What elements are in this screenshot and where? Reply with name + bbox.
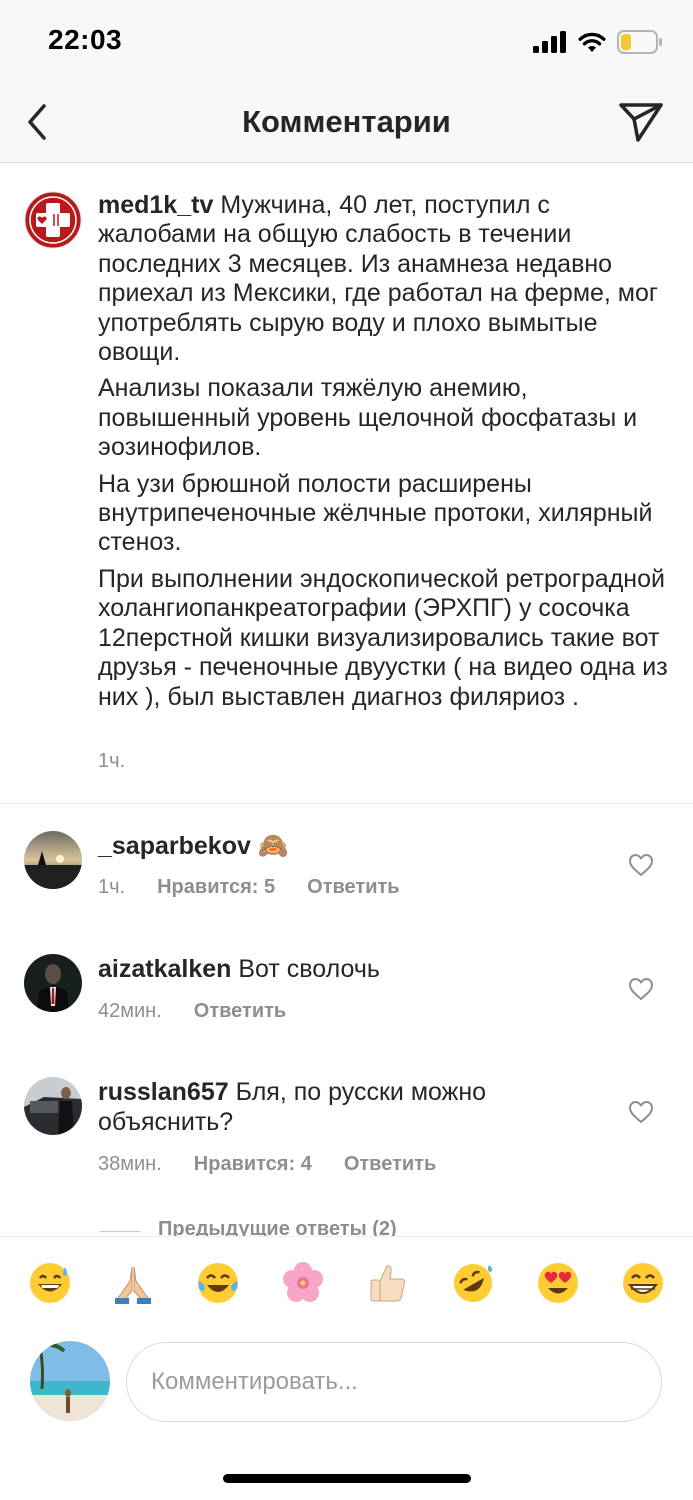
comment-item: _saparbekov 🙈 1ч. Нравится: 5 Ответить bbox=[0, 815, 693, 915]
comment-input[interactable] bbox=[126, 1342, 662, 1422]
thumbs-up-emoji-icon[interactable] bbox=[366, 1261, 410, 1305]
comment-composer bbox=[0, 1334, 693, 1500]
comment-meta: 38мин. Нравится: 4 Ответить bbox=[98, 1153, 436, 1176]
avatar-russlan657[interactable] bbox=[24, 1077, 82, 1135]
caption-paragraph: На узи брюшной полости расширены внутрип… bbox=[98, 469, 653, 557]
avatar-aizatkalken[interactable] bbox=[24, 954, 82, 1012]
reply-button[interactable]: Ответить bbox=[344, 1153, 436, 1176]
page-title: Комментарии bbox=[242, 104, 451, 139]
status-icons bbox=[533, 30, 663, 54]
caption-paragraph: При выполнении эндоскопической ретроград… bbox=[98, 564, 668, 711]
comment-username[interactable]: _saparbekov bbox=[98, 832, 251, 860]
rolling-on-floor-laughing-emoji-icon[interactable] bbox=[451, 1261, 495, 1305]
comment-meta: 1ч. Нравится: 5 Ответить bbox=[98, 876, 400, 899]
divider bbox=[100, 1231, 140, 1232]
folded-hands-emoji-icon[interactable] bbox=[111, 1261, 155, 1305]
wifi-icon bbox=[578, 32, 606, 52]
battery-icon bbox=[617, 30, 662, 54]
comment-username[interactable]: russlan657 bbox=[98, 1078, 229, 1106]
view-previous-replies[interactable]: Предыдущие ответы (2) bbox=[100, 1218, 500, 1238]
cellular-signal-icon bbox=[533, 31, 566, 53]
post-caption: med1k_tv Мужчина, 40 лет, поступил с жал… bbox=[0, 163, 693, 804]
comment-likes-count[interactable]: Нравится: 5 bbox=[157, 876, 275, 899]
comment-meta: 42мин. Ответить bbox=[98, 1000, 286, 1023]
comment-item: russlan657 Бля, по русски можно объяснит… bbox=[0, 1063, 693, 1183]
tears-of-joy-emoji-icon[interactable] bbox=[196, 1261, 240, 1305]
comment-text: _saparbekov 🙈 bbox=[98, 831, 578, 861]
current-user-avatar[interactable] bbox=[30, 1341, 110, 1421]
reply-button[interactable]: Ответить bbox=[307, 876, 399, 899]
caption-username[interactable]: med1k_tv bbox=[98, 191, 213, 219]
status-bar: 22:03 bbox=[0, 0, 693, 86]
like-heart-icon[interactable] bbox=[628, 853, 654, 877]
heart-eyes-emoji-icon[interactable] bbox=[536, 1261, 580, 1305]
comment-timestamp: 1ч. bbox=[98, 876, 126, 898]
direct-send-icon[interactable] bbox=[617, 100, 665, 144]
avatar-med1k-tv[interactable] bbox=[24, 191, 82, 249]
comment-item: aizatkalken Вот сволочь 42мин. Ответить bbox=[0, 940, 693, 1040]
see-no-evil-monkey-emoji: 🙈 bbox=[257, 832, 289, 860]
comment-likes-count[interactable]: Нравится: 4 bbox=[194, 1153, 312, 1176]
reply-button[interactable]: Ответить bbox=[194, 1000, 286, 1023]
comment-timestamp: 38мин. bbox=[98, 1153, 162, 1175]
navigation-bar: Комментарии bbox=[0, 86, 693, 163]
like-heart-icon[interactable] bbox=[628, 977, 654, 1001]
comment-username[interactable]: aizatkalken bbox=[98, 955, 231, 983]
previous-replies-label: Предыдущие ответы (2) bbox=[158, 1218, 397, 1238]
comment-body: Вот сволочь bbox=[238, 955, 380, 983]
comment-timestamp: 42мин. bbox=[98, 1000, 162, 1022]
cherry-blossom-emoji-icon[interactable] bbox=[281, 1261, 325, 1305]
like-heart-icon[interactable] bbox=[628, 1100, 654, 1124]
emoji-bar bbox=[0, 1236, 693, 1335]
avatar-saparbekov[interactable] bbox=[24, 831, 82, 889]
caption-text: med1k_tv Мужчина, 40 лет, поступил с жал… bbox=[98, 191, 668, 719]
comment-text: aizatkalken Вот сволочь bbox=[98, 954, 578, 984]
caption-timestamp: 1ч. bbox=[98, 750, 126, 772]
status-time: 22:03 bbox=[48, 24, 123, 55]
caption-paragraph: Анализы показали тяжёлую анемию, повышен… bbox=[98, 374, 638, 462]
grinning-sweat-emoji-icon[interactable] bbox=[28, 1261, 72, 1305]
beaming-grin-emoji-icon[interactable] bbox=[621, 1261, 665, 1305]
comment-text: russlan657 Бля, по русски можно объяснит… bbox=[98, 1077, 578, 1137]
home-indicator bbox=[223, 1474, 471, 1483]
